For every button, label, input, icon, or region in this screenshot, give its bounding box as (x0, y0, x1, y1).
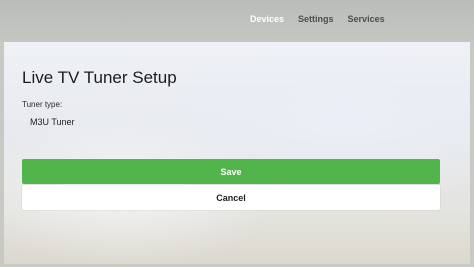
save-button[interactable]: Save (22, 159, 440, 184)
setup-panel: Live TV Tuner Setup Tuner type: M3U Tune… (4, 42, 470, 264)
nav-item-settings[interactable]: Settings (298, 14, 334, 24)
tuner-type-select[interactable]: M3U Tuner (30, 117, 75, 127)
cancel-button[interactable]: Cancel (22, 185, 440, 210)
top-bar: Devices Settings Services (0, 0, 474, 42)
nav-item-devices[interactable]: Devices (250, 14, 284, 24)
nav-item-services[interactable]: Services (348, 14, 385, 24)
tuner-type-label: Tuner type: (22, 100, 63, 109)
page-title: Live TV Tuner Setup (22, 68, 177, 87)
top-nav: Devices Settings Services (250, 14, 399, 24)
